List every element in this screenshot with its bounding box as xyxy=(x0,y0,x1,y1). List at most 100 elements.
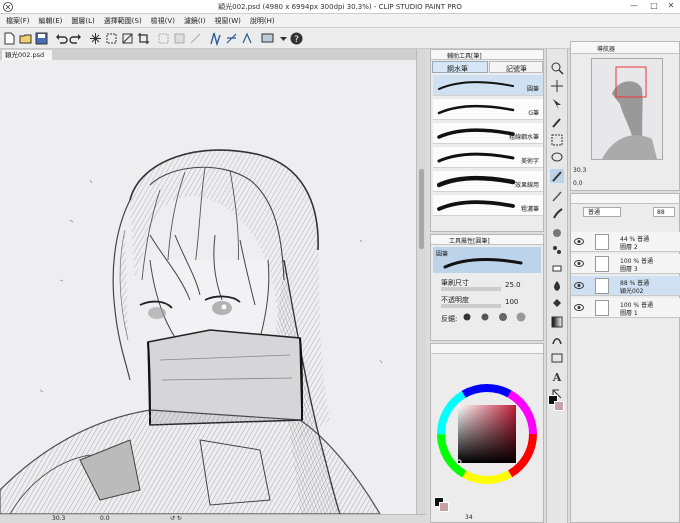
grid-snap-icon[interactable] xyxy=(224,31,239,46)
eraser-tool-icon[interactable] xyxy=(550,261,564,275)
brush-item[interactable]: G筆 xyxy=(433,99,543,120)
save-icon[interactable] xyxy=(34,31,49,46)
move-tool-icon[interactable] xyxy=(550,79,564,93)
menu-filter[interactable]: 濾鏡(I) xyxy=(184,16,206,26)
pencil-tool-icon[interactable] xyxy=(550,189,564,203)
navigator-angle[interactable]: 0.0 xyxy=(573,180,583,187)
gradient-tool-icon[interactable] xyxy=(550,315,564,329)
brush-tool-icon[interactable] xyxy=(550,207,564,221)
undo-icon[interactable] xyxy=(54,31,69,46)
clear-icon[interactable] xyxy=(88,31,103,46)
fill-tool-icon[interactable] xyxy=(550,297,564,311)
antialias-options xyxy=(459,310,539,324)
menu-select[interactable]: 選擇範圍(S) xyxy=(104,16,142,26)
layer-thumbnail xyxy=(595,278,609,294)
airbrush-tool-icon[interactable] xyxy=(550,225,564,239)
menu-help[interactable]: 說明(H) xyxy=(250,16,275,26)
visibility-eye-icon[interactable] xyxy=(574,304,584,311)
invert-selection-icon[interactable] xyxy=(172,31,187,46)
zoom-value[interactable]: 30.3 xyxy=(52,515,65,522)
fill-selection-icon[interactable] xyxy=(104,31,119,46)
subtool-tab[interactable]: 輔助工具[筆] xyxy=(447,51,482,60)
drawing-canvas[interactable] xyxy=(0,60,416,514)
subtool-panel: 輔助工具[筆] 鋼水筆 記號筆 圓筆 G筆粗線鋼水筆美術字效果線用粗濃筆 xyxy=(430,49,544,232)
group-tab-ink-pen[interactable]: 鋼水筆 xyxy=(432,61,488,73)
tool-sub-color[interactable] xyxy=(554,401,564,411)
color-panel-header xyxy=(431,344,543,354)
selection-tool-icon[interactable] xyxy=(550,133,564,147)
ruler-snap-icon[interactable] xyxy=(208,31,223,47)
layer-name: 圖層 3 xyxy=(620,266,638,273)
brush-item[interactable]: 美術字 xyxy=(433,147,543,168)
visibility-eye-icon[interactable] xyxy=(574,238,584,245)
deselect-icon[interactable] xyxy=(156,31,171,46)
pen-tool-icon[interactable] xyxy=(550,169,564,183)
color-wheel[interactable] xyxy=(433,380,541,488)
sub-color-swatch[interactable] xyxy=(439,502,449,512)
decoration-tool-icon[interactable] xyxy=(550,243,564,257)
navigator-preview[interactable] xyxy=(591,58,663,160)
scrollbar-thumb[interactable] xyxy=(419,169,424,249)
brush-size-value[interactable]: 25.0 xyxy=(505,281,521,289)
brush-stroke-preview xyxy=(443,258,523,269)
layer-opacity-field[interactable]: 88 xyxy=(653,207,675,217)
visibility-eye-icon[interactable] xyxy=(574,260,584,267)
minimize-button[interactable]: — xyxy=(624,0,644,13)
hue-value[interactable]: 34 xyxy=(465,514,473,521)
crop-icon[interactable] xyxy=(136,31,151,46)
redo-icon[interactable] xyxy=(68,31,83,46)
tool-property-tab[interactable]: 工具屬性[圓筆] xyxy=(449,236,490,245)
eyedropper-icon[interactable] xyxy=(550,115,564,129)
opacity-value[interactable]: 100 xyxy=(505,298,518,306)
navigator-tab[interactable]: 導航器 xyxy=(597,44,615,53)
zoom-tool-icon[interactable] xyxy=(550,61,564,75)
canvas-vertical-scrollbar[interactable] xyxy=(416,49,426,514)
blend-mode-select[interactable]: 普通 xyxy=(583,207,621,217)
color-wheel-panel: 34 xyxy=(430,343,544,523)
text-tool-icon[interactable]: A xyxy=(550,369,564,384)
close-button[interactable]: ✕ xyxy=(661,0,680,13)
special-ruler-icon[interactable] xyxy=(240,31,255,46)
status-bar: 30.3 0.0 ↺ ↻ xyxy=(0,514,426,523)
layer-row[interactable]: 100 % 普通 圖層 1 xyxy=(571,298,680,318)
rotate-icon[interactable]: ↺ ↻ xyxy=(170,515,182,522)
document-tab[interactable]: 穎光002.psd xyxy=(2,50,53,60)
menu-layer[interactable]: 圖層(L) xyxy=(71,16,94,26)
figure-tool-icon[interactable] xyxy=(550,333,564,347)
antialias-dots-icon[interactable] xyxy=(459,310,539,324)
open-file-icon[interactable] xyxy=(18,31,33,46)
layer-thumbnail xyxy=(595,256,609,272)
lasso-tool-icon[interactable] xyxy=(550,151,564,165)
brush-item-label: 圓筆 xyxy=(526,86,539,93)
selection-border-icon[interactable] xyxy=(188,31,203,46)
opacity-slider[interactable] xyxy=(441,304,501,308)
menu-view[interactable]: 檢視(V) xyxy=(151,16,175,26)
display-icon[interactable] xyxy=(260,31,275,46)
new-file-icon[interactable] xyxy=(2,31,17,46)
layer-row[interactable]: 44 % 普通 圖層 2 xyxy=(571,232,680,252)
brush-item[interactable]: 粗線鋼水筆 xyxy=(433,123,543,144)
transform-icon[interactable] xyxy=(120,31,135,46)
visibility-eye-icon[interactable] xyxy=(574,282,584,289)
brush-item[interactable]: 粗濃筆 xyxy=(433,195,543,216)
layer-row[interactable]: 100 % 普通 圖層 3 xyxy=(571,254,680,274)
brush-item[interactable]: 圓筆 xyxy=(433,75,543,96)
tool-property-panel: 工具屬性[圓筆] 圓筆 筆刷尺寸 25.0 不透明度 100 反鋸: xyxy=(430,234,544,341)
blend-tool-icon[interactable] xyxy=(550,279,564,293)
menu-file[interactable]: 檔案(F) xyxy=(6,16,30,26)
help-icon[interactable]: ? xyxy=(289,31,304,46)
layer-row[interactable]: 88 % 普通 穎光002 xyxy=(571,276,680,296)
brush-item[interactable]: 效果線用 xyxy=(433,171,543,192)
tool-palette: A xyxy=(546,49,568,523)
angle-value[interactable]: 0.0 xyxy=(100,515,110,522)
navigator-panel: 導航器 30.3 0.0 xyxy=(570,41,680,191)
brush-size-slider[interactable] xyxy=(441,287,501,291)
navigator-zoom[interactable]: 30.3 xyxy=(573,167,586,174)
object-tool-icon[interactable] xyxy=(550,97,564,111)
menu-window[interactable]: 視窗(W) xyxy=(214,16,240,26)
brush-item-label: 粗濃筆 xyxy=(520,206,539,213)
layer-name: 穎光002 xyxy=(620,288,644,295)
menu-edit[interactable]: 編輯(E) xyxy=(39,16,63,26)
frame-tool-icon[interactable] xyxy=(550,351,564,365)
group-tab-marker[interactable]: 記號筆 xyxy=(489,61,543,73)
